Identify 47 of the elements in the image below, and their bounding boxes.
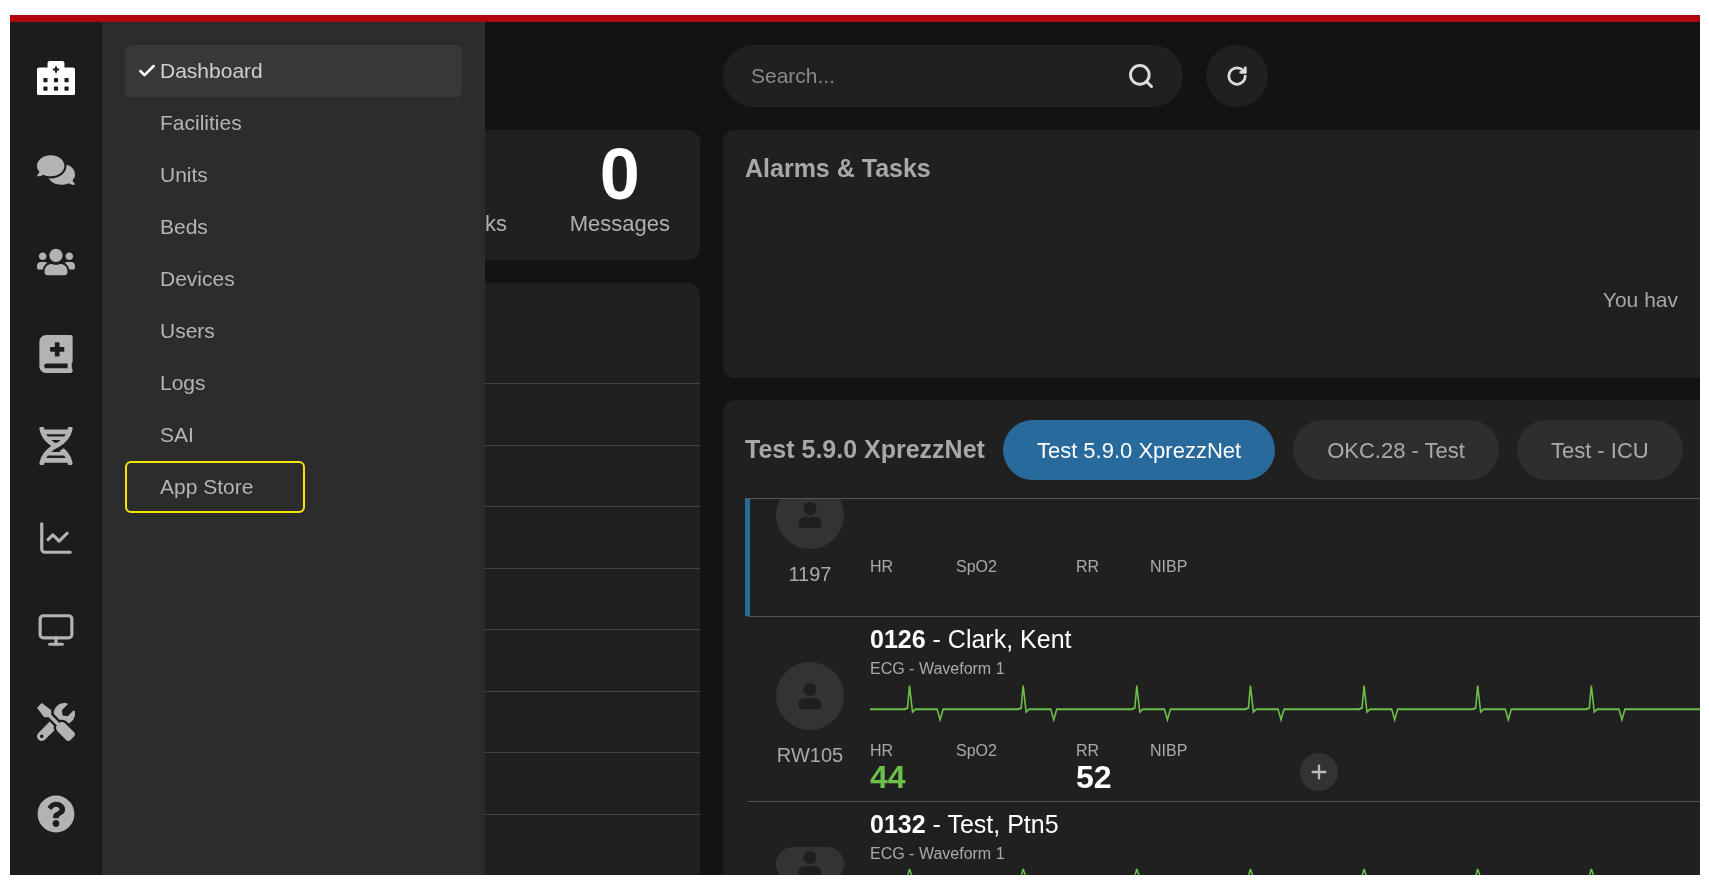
menu-item[interactable]: SAI xyxy=(125,409,462,461)
stat-label: Messages xyxy=(569,210,670,238)
card-title: Test 5.9.0 XprezzNet xyxy=(745,434,985,466)
patient-row[interactable]: RW105 0126 - Clark, Kent ECG - Waveform 1 HR 44 SpO2 RR 52 NIBP xyxy=(745,616,1700,801)
vital-label: HR xyxy=(870,557,895,577)
bed-label: RW105 xyxy=(776,743,844,768)
search-icon xyxy=(1127,62,1155,90)
menu-item[interactable]: Logs xyxy=(125,357,462,409)
waveform-label: ECG - Waveform 1 xyxy=(870,659,1006,679)
menu-item[interactable]: Dashboard xyxy=(125,45,462,97)
vital-label: NIBP xyxy=(1150,557,1189,577)
book-icon[interactable] xyxy=(36,334,76,374)
unit-tab[interactable]: Test 5.9.0 XprezzNet xyxy=(1002,420,1276,480)
refresh-icon xyxy=(1226,65,1248,87)
vital-value: 52 xyxy=(1076,761,1113,793)
avatar-icon xyxy=(776,499,844,549)
vital-label: SpO2 xyxy=(956,741,998,761)
empty-message: You hav xyxy=(1602,286,1678,313)
vital-label: HR xyxy=(870,741,895,761)
menu-item[interactable]: Devices xyxy=(125,253,462,305)
hospital-icon[interactable] xyxy=(36,58,76,98)
vital-value: 44 xyxy=(870,761,907,793)
vital-label: RR xyxy=(1076,741,1101,761)
patient-row[interactable]: 0132 - Test, Ptn5 ECG - Waveform 1 xyxy=(745,801,1700,875)
menu-item[interactable]: Units xyxy=(125,149,462,201)
stat-label: ks xyxy=(485,210,507,238)
menu-item[interactable]: App Store xyxy=(125,461,305,513)
unit-tab[interactable]: Test - ICU xyxy=(1516,420,1683,480)
patient-row[interactable]: 1197 HR SpO2 RR NIBP xyxy=(745,499,1700,616)
add-button[interactable] xyxy=(1300,753,1338,791)
patient-name: 0126 - Clark, Kent xyxy=(870,624,1073,655)
menu-item[interactable]: Beds xyxy=(125,201,462,253)
waveform-label: ECG - Waveform 1 xyxy=(870,844,1006,864)
vital-label: NIBP xyxy=(1150,741,1189,761)
card-title: Alarms & Tasks xyxy=(745,153,932,184)
search-field[interactable]: Search... xyxy=(723,45,1183,107)
menu-item[interactable]: Facilities xyxy=(125,97,462,149)
help-icon[interactable] xyxy=(36,794,76,834)
vital-label: RR xyxy=(1076,557,1101,577)
tools-icon[interactable] xyxy=(36,702,76,742)
stat-count: 0 xyxy=(599,138,640,210)
patient-name: 0132 - Test, Ptn5 xyxy=(870,809,1060,840)
vital-label: SpO2 xyxy=(956,557,998,577)
menu-item[interactable]: Users xyxy=(125,305,462,357)
bed-label: 1197 xyxy=(788,562,832,587)
dna-icon[interactable] xyxy=(36,426,76,466)
unit-tab[interactable]: OKC.28 - Test xyxy=(1293,420,1499,480)
